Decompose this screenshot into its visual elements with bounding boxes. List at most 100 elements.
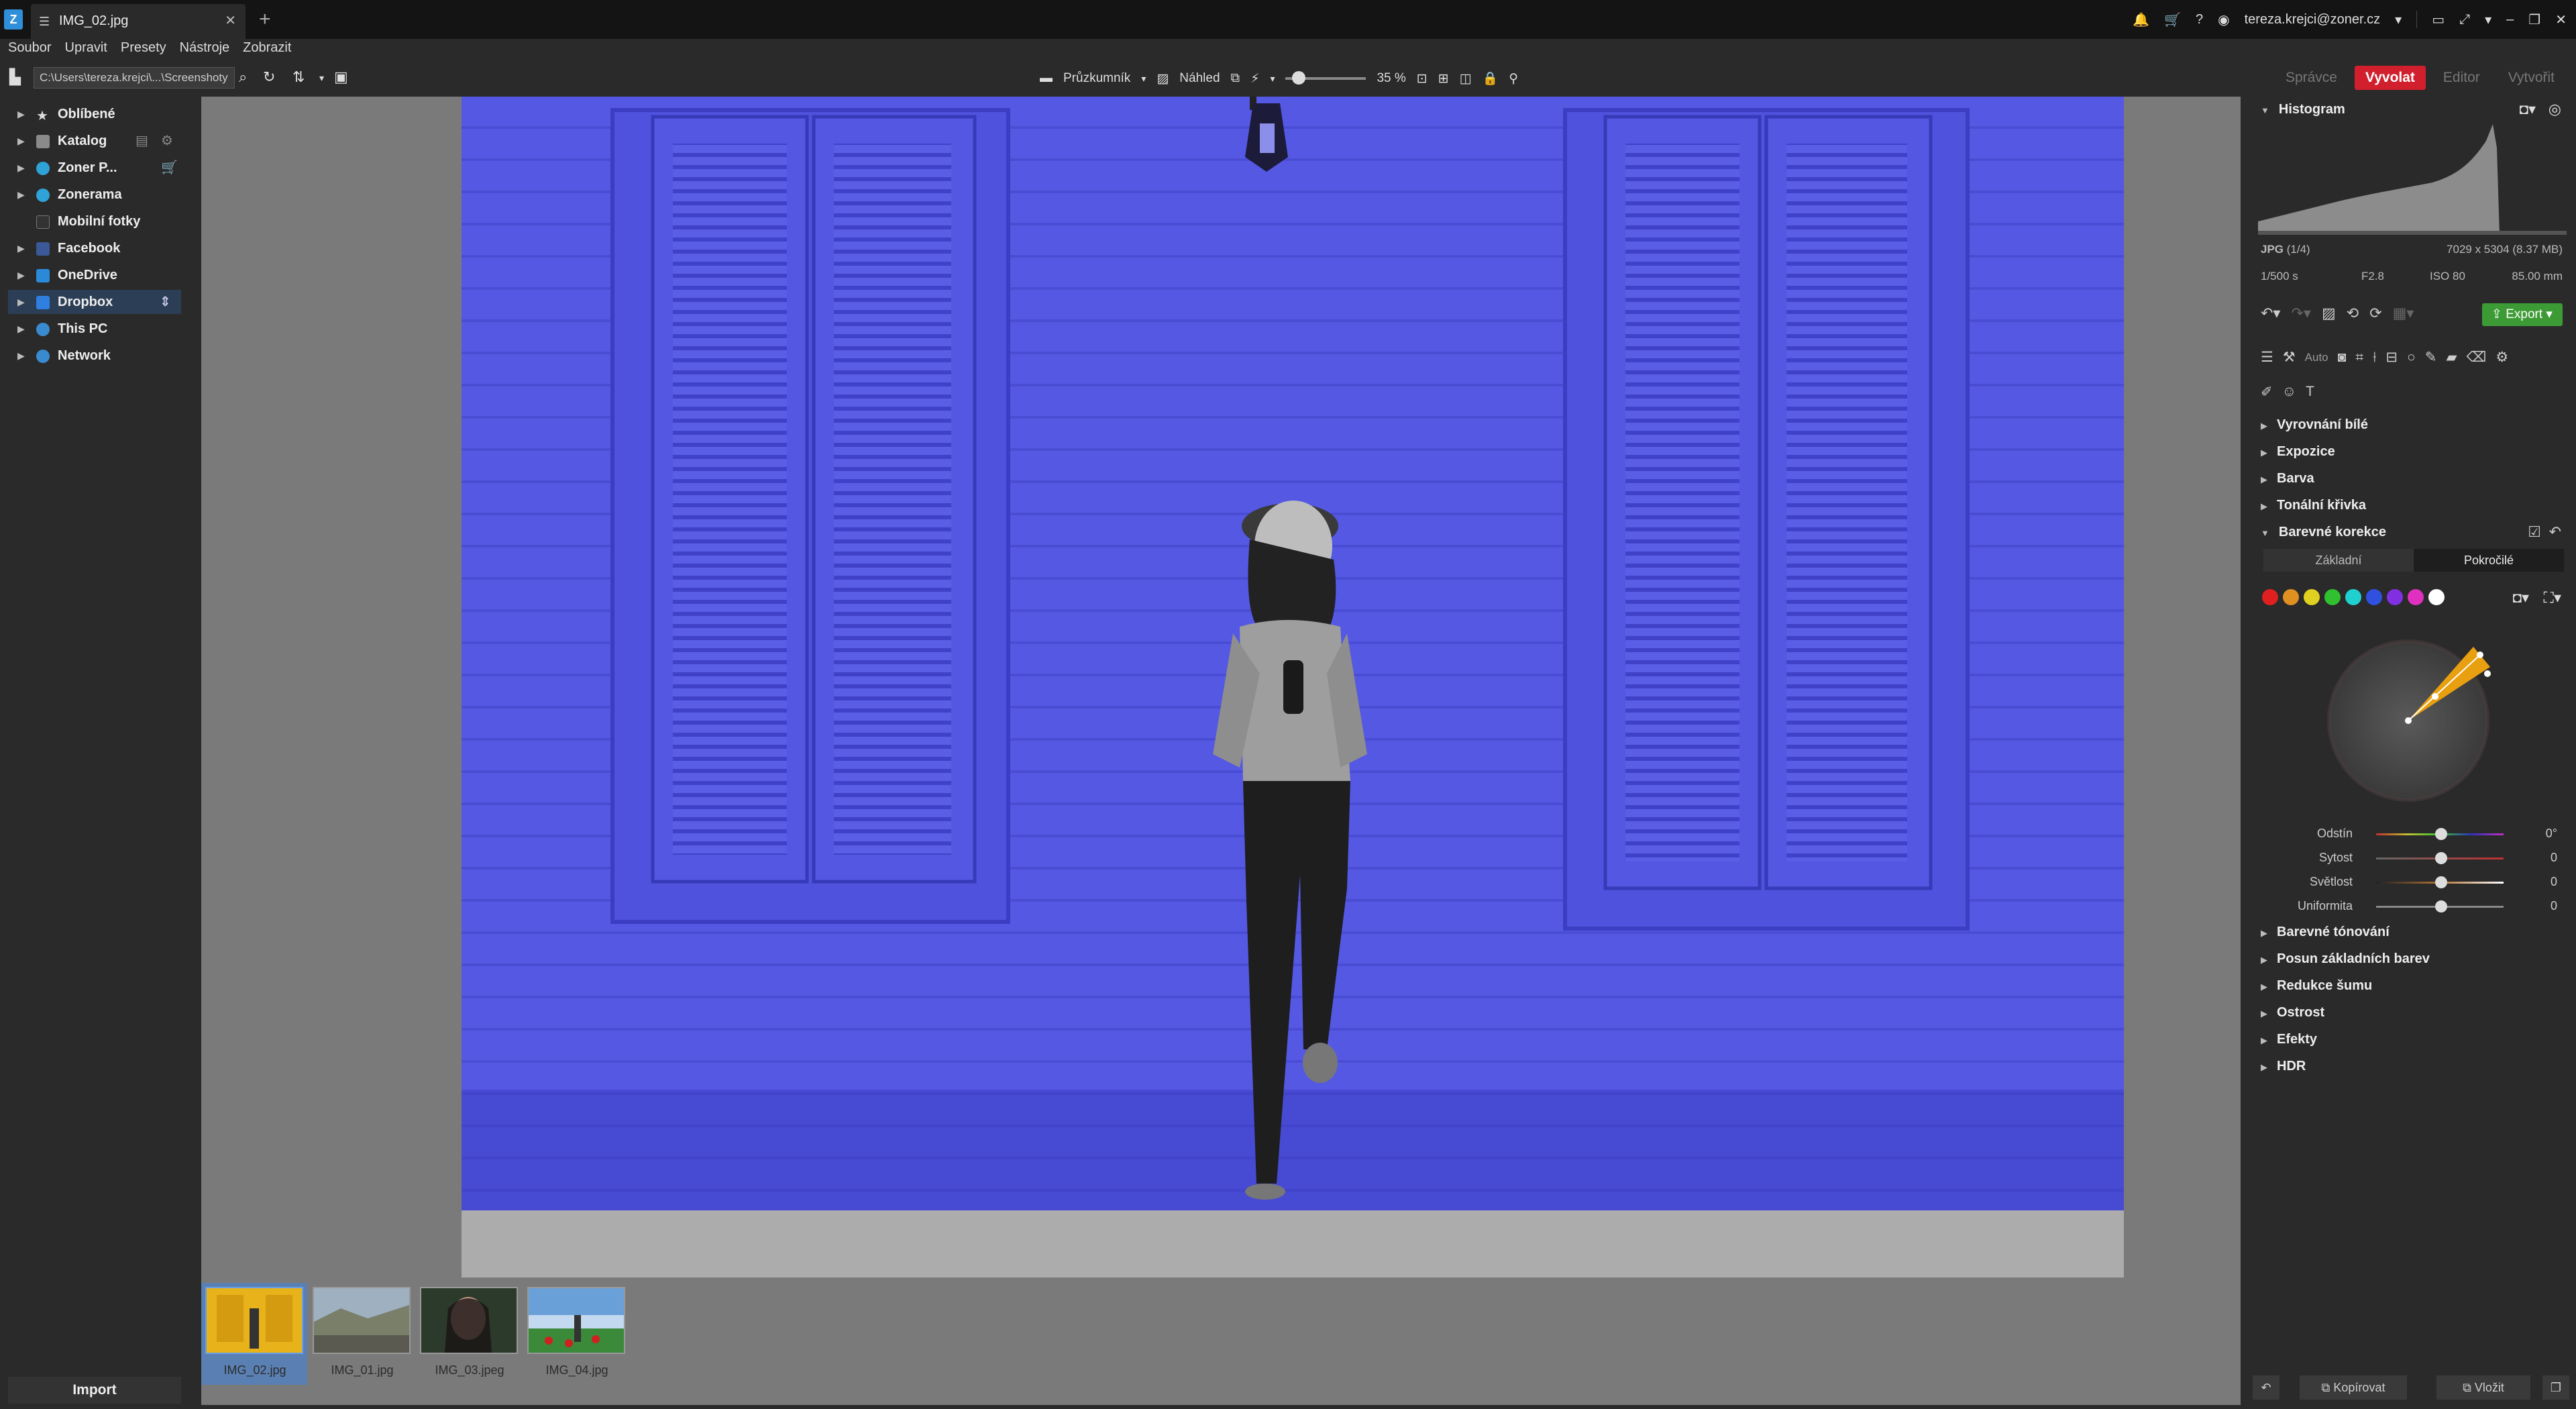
expand-arrow-icon[interactable]: ▶ [17, 102, 25, 126]
split-view-icon[interactable]: ◫ [1460, 71, 1472, 87]
folder-icon[interactable]: ▙ [9, 68, 21, 86]
menu-edit[interactable]: Upravit [65, 39, 107, 56]
crop-icon[interactable]: ⌗ [2355, 350, 2363, 366]
restore-icon[interactable]: ❐ [2528, 11, 2540, 28]
document-tab[interactable]: ☰ IMG_02.jpg ✕ [31, 4, 246, 39]
section-tone-curve[interactable]: ▶ Tonální křivka [2261, 498, 2563, 513]
gradient-icon[interactable]: ▰ [2446, 349, 2457, 366]
menu-tools[interactable]: Nástroje [180, 39, 229, 56]
redo-icon[interactable]: ↷▾ [2291, 305, 2310, 322]
color-dot-blue[interactable] [2366, 589, 2382, 605]
expand-arrow-icon[interactable]: ▶ [17, 129, 25, 153]
auto-button[interactable]: Auto [2305, 351, 2328, 364]
mode-editor[interactable]: Editor [2432, 66, 2491, 90]
user-account[interactable]: tereza.krejci@zoner.cz [2245, 12, 2381, 28]
tab-basic[interactable]: Základní [2263, 549, 2414, 572]
path-input[interactable]: C:\Users\tereza.krejci\...\Screenshoty [34, 67, 235, 89]
nav-catalog[interactable]: ▶ Katalog ▤ ⚙ [8, 129, 181, 153]
sort-icon[interactable]: ⇅ [292, 68, 305, 86]
thumbnail-img-01[interactable] [313, 1287, 411, 1354]
compare-icon[interactable]: ⚡ [1250, 71, 1259, 87]
section-exposure[interactable]: ▶ Expozice [2261, 444, 2563, 460]
cart-icon[interactable]: 🛒 [2164, 11, 2181, 28]
export-button[interactable]: ⇪ Export ▾ [2482, 303, 2563, 326]
mode-manager[interactable]: Správce [2275, 66, 2348, 90]
picker-icon[interactable]: ⛶▾ [2544, 589, 2561, 607]
section-color[interactable]: ▶ Barva [2261, 471, 2563, 486]
reset-icon[interactable]: ↶ [2253, 1375, 2279, 1400]
duplicate-icon[interactable]: ❐ [2542, 1375, 2569, 1400]
color-dot-purple[interactable] [2387, 589, 2403, 605]
new-tab-button[interactable]: + [259, 8, 271, 31]
user-icon[interactable]: ◉ [2218, 11, 2229, 28]
compare-icon[interactable]: ▦▾ [2393, 305, 2414, 322]
menu-file[interactable]: Soubor [8, 39, 52, 56]
new-folder-icon[interactable]: ▣ [334, 68, 348, 86]
rotate-right-icon[interactable]: ⟳ [2369, 305, 2381, 322]
expand-arrow-icon[interactable]: ▶ [17, 317, 25, 341]
undo-icon[interactable]: ↶▾ [2261, 305, 2280, 322]
color-wheel[interactable] [2322, 627, 2510, 808]
minimize-icon[interactable]: – [2506, 12, 2514, 28]
expand-arrow-icon[interactable]: ▶ [17, 182, 25, 207]
preview-button[interactable]: Náhled [1179, 71, 1220, 86]
help-icon[interactable]: ? [2196, 12, 2203, 28]
refresh-icon[interactable]: ↻ [263, 68, 275, 86]
circle-filter-icon[interactable]: ○ [2407, 350, 2416, 366]
gear-icon[interactable]: ⚙ [161, 129, 173, 153]
nav-network[interactable]: ▶ Network [8, 344, 181, 368]
external-window-icon[interactable]: ⧉ [1231, 71, 1240, 86]
text-icon[interactable]: T [2306, 384, 2314, 401]
folder-add-icon[interactable]: ▤ [136, 129, 148, 153]
zoom-1to1-icon[interactable]: ⊡ [1417, 71, 1428, 87]
expand-arrow-icon[interactable]: ▶ [17, 236, 25, 260]
color-dot-yellow[interactable] [2304, 589, 2320, 605]
search-icon[interactable]: ⌕ [239, 68, 247, 86]
chevron-down-icon[interactable]: ▾ [1141, 73, 1146, 85]
nav-mobile-photos[interactable]: Mobilní fotky [8, 209, 181, 233]
expand-arrow-icon[interactable]: ▶ [17, 290, 25, 314]
chevron-down-icon[interactable]: ▾ [2395, 11, 2402, 28]
menu-view[interactable]: Zobrazit [243, 39, 291, 56]
section-color-toning[interactable]: ▶ Barevné tónování [2261, 925, 2563, 940]
fit-icon[interactable]: ⊞ [1438, 71, 1449, 87]
section-white-balance[interactable]: ▶ Vyrovnání bílé [2261, 417, 2563, 433]
mask-icon[interactable]: ◘▾ [2513, 589, 2529, 607]
close-tab-icon[interactable]: ✕ [225, 12, 236, 29]
paste-button[interactable]: ⧉ Vložit [2436, 1375, 2530, 1400]
thumbnail-img-04[interactable] [527, 1287, 625, 1354]
uniformity-slider-knob[interactable] [2435, 900, 2447, 912]
image-icon[interactable]: ▨ [2322, 305, 2336, 322]
color-dot-magenta[interactable] [2408, 589, 2424, 605]
checkbox-icon[interactable]: ☑ [2528, 523, 2541, 541]
explorer-button[interactable]: Průzkumník [1063, 71, 1130, 86]
histogram-header[interactable]: ▼ Histogram [2261, 102, 2563, 117]
close-window-icon[interactable]: ✕ [2555, 11, 2567, 28]
nav-this-pc[interactable]: ▶ This PC [8, 317, 181, 341]
lock-icon[interactable]: 🔒 [1483, 70, 1499, 87]
fullscreen-icon[interactable]: ⤢ [2459, 12, 2470, 28]
cart-icon[interactable]: 🛒 [161, 156, 178, 180]
expand-arrow-icon[interactable]: ▶ [17, 344, 25, 368]
target-icon[interactable]: ◎ [2548, 101, 2561, 118]
lightness-slider-knob[interactable] [2435, 876, 2447, 888]
section-sharpness[interactable]: ▶ Ostrost [2261, 1005, 2563, 1021]
nav-dropbox[interactable]: ▶ Dropbox ⇕ [8, 290, 181, 314]
color-dot-red[interactable] [2262, 589, 2278, 605]
tab-advanced[interactable]: Pokročilé [2414, 549, 2564, 572]
nav-favorites[interactable]: ▶ ★ Oblíbené [8, 102, 181, 126]
menu-presets[interactable]: Presety [121, 39, 166, 56]
auto-wand-icon[interactable]: ⚒ [2283, 349, 2296, 366]
thumbnail-img-03[interactable] [420, 1287, 518, 1354]
color-dot-cyan[interactable] [2345, 589, 2361, 605]
section-color-correction[interactable]: ▼ Barevné korekce [2261, 525, 2563, 540]
import-button[interactable]: Import [8, 1377, 181, 1404]
photo-preview[interactable] [462, 97, 2124, 1277]
brush-icon[interactable]: ✎ [2425, 349, 2437, 366]
color-dot-orange[interactable] [2283, 589, 2299, 605]
rotate-left-icon[interactable]: ⟲ [2347, 305, 2359, 322]
camera-icon[interactable]: ◙ [2338, 350, 2347, 366]
hue-slider-knob[interactable] [2435, 828, 2447, 840]
section-effects[interactable]: ▶ Efekty [2261, 1032, 2563, 1047]
nav-zonerama[interactable]: ▶ Zonerama [8, 182, 181, 207]
